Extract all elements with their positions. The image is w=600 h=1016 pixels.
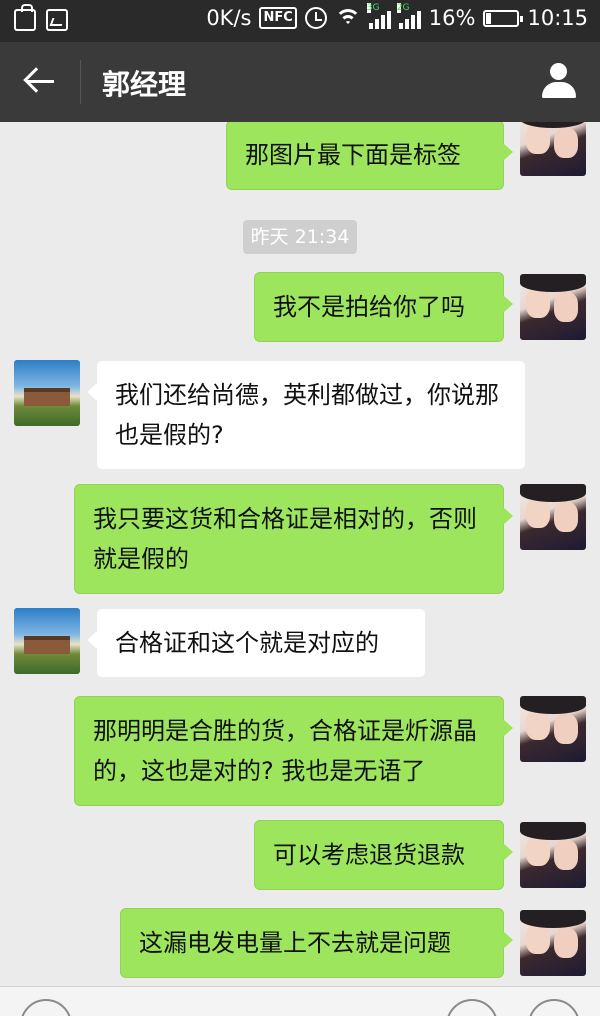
battery-percent: 16% [428, 6, 476, 30]
alarm-icon [304, 7, 327, 29]
my-avatar[interactable] [520, 910, 586, 976]
status-bar: 0K/s NFC 3G 2G 16% 10:15 [0, 0, 600, 42]
notification-icons [14, 4, 68, 31]
my-avatar[interactable] [520, 822, 586, 888]
shopping-bag-icon [14, 4, 36, 31]
title-bar: 郭经理 [0, 42, 600, 122]
message-bubble[interactable]: 那明明是合胜的货，合格证是炘源晶的，这也是对的? 我也是无语了 [74, 696, 513, 806]
battery-icon [483, 9, 524, 27]
title-divider [80, 60, 81, 104]
message-bubble[interactable]: 可以考虑退货退款 [254, 820, 513, 890]
contact-avatar[interactable] [14, 360, 80, 426]
timestamp: 昨天 21:34 [243, 220, 357, 254]
clock: 10:15 [527, 6, 588, 30]
message-bubble[interactable]: 我只要这货和合格证是相对的，否则就是假的 [74, 484, 513, 594]
signal-3g-icon: 3G [366, 3, 391, 29]
nfc-icon: NFC [259, 7, 297, 29]
back-arrow-icon[interactable] [22, 64, 58, 100]
battery-level [486, 12, 492, 24]
my-avatar[interactable] [520, 122, 586, 176]
message-bubble[interactable]: 这漏电发电量上不去就是问题 [120, 908, 513, 978]
emoji-icon[interactable] [446, 999, 498, 1016]
gallery-icon [46, 9, 68, 31]
net-type-3g: 3G [366, 3, 380, 13]
message-bubble[interactable]: 我不是拍给你了吗 [254, 272, 513, 342]
status-indicators: 0K/s NFC 3G 2G 16% 10:15 [206, 3, 588, 30]
person-icon[interactable] [540, 62, 578, 100]
chat-title: 郭经理 [102, 68, 187, 101]
message-bubble[interactable]: 我们还给尚德，英利都做过，你说那也是假的? [87, 360, 526, 470]
input-bar [0, 986, 600, 1016]
my-avatar[interactable] [520, 484, 586, 550]
chat-list[interactable]: 那图片最下面是标签 昨天 21:34 我不是拍给你了吗 我们还给尚德，英利都做过… [0, 122, 600, 1016]
my-avatar[interactable] [520, 274, 586, 340]
network-speed: 0K/s [206, 6, 252, 30]
signal-2g-icon: 2G [396, 3, 421, 29]
more-plus-icon[interactable] [528, 999, 580, 1016]
contact-avatar[interactable] [14, 608, 80, 674]
net-type-2g: 2G [396, 3, 410, 13]
voice-toggle-icon[interactable] [20, 999, 72, 1016]
wifi-icon [334, 7, 361, 29]
my-avatar[interactable] [520, 696, 586, 762]
message-bubble[interactable]: 那图片最下面是标签 [226, 122, 513, 190]
message-bubble[interactable]: 合格证和这个就是对应的 [87, 608, 426, 678]
